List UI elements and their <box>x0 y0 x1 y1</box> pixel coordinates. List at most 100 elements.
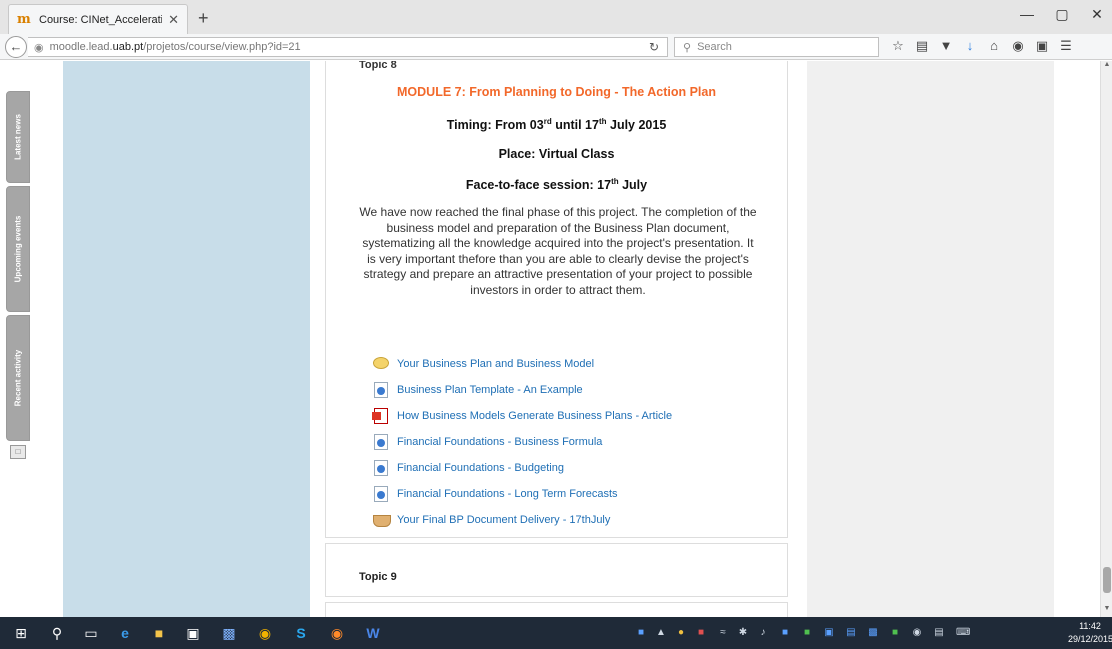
next-section <box>325 602 788 617</box>
skype-icon[interactable]: S <box>290 623 312 643</box>
activity-link[interactable]: Your Business Plan and Business Model <box>397 358 594 370</box>
tray-app-icon[interactable]: ▤ <box>844 626 858 640</box>
topic-9-section <box>325 543 788 597</box>
activity-page[interactable]: Financial Foundations - Business Formula <box>373 429 672 455</box>
navigation-bar: ← ◉ moodle.lead.uab.pt/projetos/course/v… <box>0 34 1112 60</box>
place-line: Place: Virtual Class <box>498 147 615 161</box>
browser-tab-active[interactable]: m Course: CINet_Acceleratin... ✕ <box>8 4 188 34</box>
keyboard-icon[interactable]: ⌨ <box>956 626 970 640</box>
reload-icon[interactable]: ↻ <box>649 40 659 54</box>
activity-link[interactable]: Financial Foundations - Budgeting <box>397 462 564 474</box>
downloads-icon[interactable]: ↓ <box>958 38 982 54</box>
tray-cloud-icon[interactable]: ▲ <box>654 626 668 640</box>
activity-link[interactable]: Financial Foundations - Long Term Foreca… <box>397 488 618 500</box>
reading-list-icon[interactable]: ▤ <box>910 38 934 54</box>
toolbar-icons: ☆ ▤ ▼ ↓ ⌂ ◉ ▣ ☰ <box>886 38 1078 54</box>
tray-app-icon[interactable]: ● <box>674 626 688 640</box>
store-icon[interactable]: ▣ <box>182 623 204 643</box>
tray-app-icon[interactable]: ■ <box>800 626 814 640</box>
chrome-icon[interactable]: ◉ <box>254 623 276 643</box>
search-placeholder: Search <box>697 41 732 53</box>
clock-date: 29/12/2015 <box>1068 634 1112 644</box>
page-icon <box>373 434 389 450</box>
timing-line: Timing: From 03rd until 17th July 2015 <box>446 117 667 133</box>
activity-link[interactable]: Financial Foundations - Business Formula <box>397 436 602 448</box>
tab-close-icon[interactable]: ✕ <box>168 12 179 28</box>
tray-app-icon[interactable]: ■ <box>634 626 648 640</box>
topic-9-heading: Topic 9 <box>359 571 397 583</box>
restore-button[interactable]: ▢ <box>1050 6 1074 23</box>
start-windows-icon[interactable]: ⊞ <box>10 623 32 643</box>
browser-titlebar: m Course: CINet_Acceleratin... ✕ + — ▢ ✕ <box>0 0 1112 34</box>
activity-link[interactable]: How Business Models Generate Business Pl… <box>397 410 672 422</box>
tray-bluetooth-icon[interactable]: ✱ <box>736 626 750 640</box>
tray-app-icon[interactable]: ■ <box>888 626 902 640</box>
tray-app-icon[interactable]: ■ <box>778 626 792 640</box>
system-clock[interactable]: 11:42 29/12/2015 <box>1068 620 1112 646</box>
chat-icon[interactable]: ◉ <box>1006 38 1030 54</box>
face-to-face-line: Face-to-face session: 17th July <box>465 177 648 193</box>
dock-toggle-icon[interactable]: □ <box>10 445 26 459</box>
scroll-thumb[interactable] <box>1103 567 1111 593</box>
dock-tab-recent-activity[interactable]: Recent activity <box>6 315 30 441</box>
assignment-icon <box>373 512 391 528</box>
addon-icon[interactable]: ▣ <box>1030 38 1054 54</box>
home-icon[interactable]: ⌂ <box>982 38 1006 54</box>
back-button[interactable]: ← <box>5 36 27 58</box>
word-icon[interactable]: W <box>362 623 384 643</box>
page-icon <box>373 460 389 476</box>
dock-tab-upcoming-events[interactable]: Upcoming events <box>6 186 30 312</box>
scroll-up-icon[interactable]: ▲ <box>1101 61 1112 73</box>
tray-volume-icon[interactable]: ♪ <box>756 626 770 640</box>
left-column <box>63 61 310 617</box>
activity-page[interactable]: Business Plan Template - An Example <box>373 377 672 403</box>
new-tab-button[interactable]: + <box>198 8 209 29</box>
activity-link[interactable]: Business Plan Template - An Example <box>397 384 583 396</box>
pocket-icon[interactable]: ▼ <box>934 38 958 54</box>
file-explorer-icon[interactable]: ■ <box>148 623 170 643</box>
activity-link[interactable]: Your Final BP Document Delivery - 17thJu… <box>397 514 610 526</box>
bookmark-star-icon[interactable]: ☆ <box>886 38 910 54</box>
tray-network-icon[interactable]: ≈ <box>716 626 730 640</box>
activity-pdf[interactable]: How Business Models Generate Business Pl… <box>372 403 672 429</box>
search-icon[interactable]: ⚲ <box>46 623 68 643</box>
edge-browser-icon[interactable]: e <box>114 623 136 643</box>
page-scrollbar[interactable]: ▲ ▼ <box>1100 61 1112 617</box>
tray-app-icon[interactable]: ◉ <box>910 626 924 640</box>
photos-icon[interactable]: ▩ <box>218 623 240 643</box>
close-window-button[interactable]: ✕ <box>1085 6 1109 23</box>
clock-time: 11:42 <box>1079 621 1101 631</box>
activity-page[interactable]: Financial Foundations - Long Term Foreca… <box>373 481 672 507</box>
action-center-icon[interactable]: ▤ <box>932 626 946 640</box>
activity-page[interactable]: Financial Foundations - Budgeting <box>373 455 672 481</box>
windows-taskbar: ⊞ ⚲ ▭ e ■ ▣ ▩ ◉ S ◉ W ■ ▲ ● ■ ≈ ✱ ♪ ■ ■ … <box>0 617 1112 649</box>
task-view-icon[interactable]: ▭ <box>80 623 102 643</box>
site-info-icon[interactable]: ◉ <box>34 41 44 54</box>
scroll-down-icon[interactable]: ▼ <box>1101 605 1112 617</box>
url-bar[interactable]: ◉ moodle.lead.uab.pt/projetos/course/vie… <box>28 37 668 57</box>
moodle-favicon-icon: m <box>17 11 31 27</box>
dock-tab-latest-news[interactable]: Latest news <box>6 91 30 183</box>
tray-app-icon[interactable]: ▣ <box>822 626 836 640</box>
search-input[interactable]: ⚲ Search <box>674 37 879 57</box>
right-column <box>807 61 1054 617</box>
minimize-button[interactable]: — <box>1015 6 1039 22</box>
pdf-icon <box>372 408 389 424</box>
menu-icon[interactable]: ☰ <box>1054 38 1078 54</box>
firefox-icon[interactable]: ◉ <box>326 623 348 643</box>
tray-app-icon[interactable]: ▩ <box>866 626 880 640</box>
page-icon <box>373 486 389 502</box>
forum-icon <box>373 356 389 372</box>
dock-sidebar: Latest news Upcoming events Recent activ… <box>6 91 30 459</box>
topic-8-heading: Topic 8 <box>359 61 397 71</box>
activity-list: Your Business Plan and Business Model Bu… <box>372 351 672 533</box>
module-title: MODULE 7: From Planning to Doing - The A… <box>397 85 716 99</box>
search-icon: ⚲ <box>683 41 692 54</box>
url-text: moodle.lead.uab.pt/projetos/course/view.… <box>49 41 301 53</box>
page-icon <box>373 382 389 398</box>
tab-title: Course: CINet_Acceleratin... <box>39 13 162 26</box>
activity-forum[interactable]: Your Business Plan and Business Model <box>373 351 672 377</box>
tray-app-icon[interactable]: ■ <box>694 626 708 640</box>
page-viewport: Latest news Upcoming events Recent activ… <box>0 61 1112 617</box>
activity-assignment[interactable]: Your Final BP Document Delivery - 17thJu… <box>373 507 672 533</box>
